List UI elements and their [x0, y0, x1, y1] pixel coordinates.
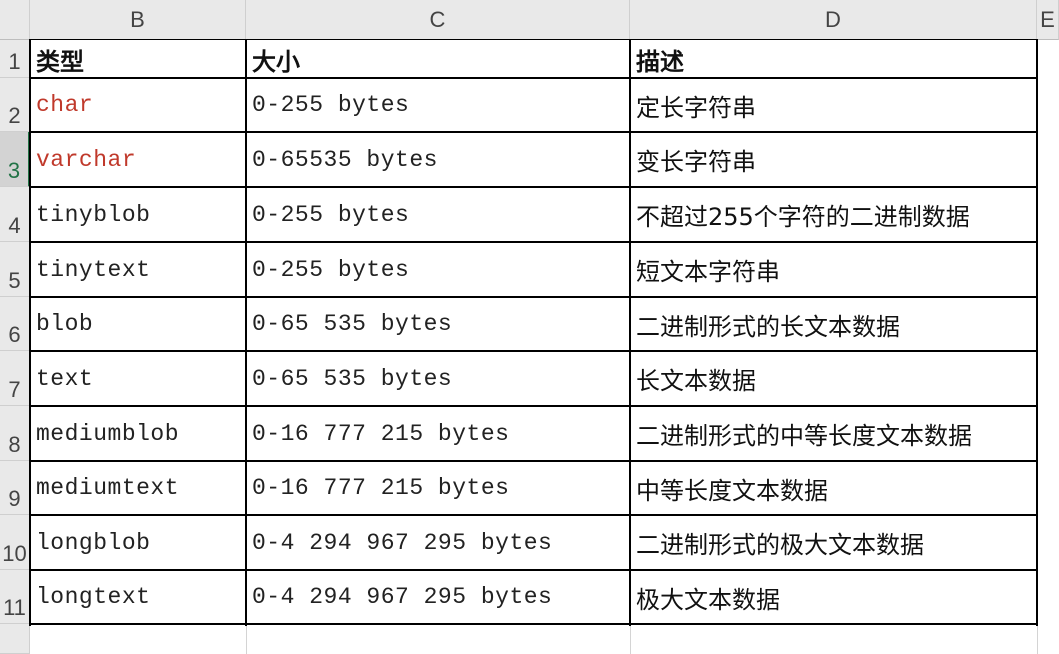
- gridline-below-0: [246, 624, 247, 654]
- row-header-11[interactable]: 11: [0, 570, 30, 624]
- table-border-h11: [29, 623, 1038, 625]
- select-all-corner[interactable]: [0, 0, 30, 40]
- row-header-1[interactable]: 1: [0, 40, 30, 78]
- row-header-10[interactable]: 10: [0, 515, 30, 570]
- row-header-9[interactable]: 9: [0, 461, 30, 515]
- table-border-h9: [29, 514, 1038, 516]
- table-cell-c8[interactable]: 0-16 777 215 bytes: [248, 406, 630, 461]
- table-cell-b3[interactable]: varchar: [32, 132, 246, 187]
- table-border-h4: [29, 241, 1038, 243]
- row-header-partial: [0, 624, 30, 654]
- table-cell-d3[interactable]: 变长字符串: [632, 132, 1037, 187]
- table-cell-d2[interactable]: 定长字符串: [632, 78, 1037, 132]
- table-border-h5: [29, 296, 1038, 298]
- table-cell-b9[interactable]: mediumtext: [32, 461, 246, 515]
- table-cell-d6[interactable]: 二进制形式的长文本数据: [632, 297, 1037, 351]
- row-header-2[interactable]: 2: [0, 78, 30, 132]
- gridline-below-1: [630, 624, 631, 654]
- column-header-d[interactable]: D: [630, 0, 1037, 40]
- table-border-h7: [29, 405, 1038, 407]
- table-cell-b8[interactable]: mediumblob: [32, 406, 246, 461]
- column-header-c[interactable]: C: [246, 0, 630, 40]
- table-cell-b5[interactable]: tinytext: [32, 242, 246, 297]
- table-cell-c6[interactable]: 0-65 535 bytes: [248, 297, 630, 351]
- table-cell-c11[interactable]: 0-4 294 967 295 bytes: [248, 570, 630, 624]
- table-cell-b10[interactable]: longblob: [32, 515, 246, 570]
- table-cell-d9[interactable]: 中等长度文本数据: [632, 461, 1037, 515]
- table-cell-b7[interactable]: text: [32, 351, 246, 406]
- table-cell-d5[interactable]: 短文本字符串: [632, 242, 1037, 297]
- row-header-5[interactable]: 5: [0, 242, 30, 297]
- table-cell-d8[interactable]: 二进制形式的中等长度文本数据: [632, 406, 1037, 461]
- header-cell-d1[interactable]: 描述: [632, 40, 1037, 78]
- table-cell-c3[interactable]: 0-65535 bytes: [248, 132, 630, 187]
- header-cell-c1[interactable]: 大小: [248, 40, 630, 78]
- table-cell-b2[interactable]: char: [32, 78, 246, 132]
- table-cell-b6[interactable]: blob: [32, 297, 246, 351]
- table-cell-d4[interactable]: 不超过255个字符的二进制数据: [632, 187, 1037, 242]
- row-header-3[interactable]: 3: [0, 132, 30, 187]
- table-border-v0: [29, 40, 31, 626]
- table-cell-c9[interactable]: 0-16 777 215 bytes: [248, 461, 630, 515]
- table-cell-c7[interactable]: 0-65 535 bytes: [248, 351, 630, 406]
- table-cell-b11[interactable]: longtext: [32, 570, 246, 624]
- table-border-h2: [29, 131, 1038, 133]
- table-cell-d11[interactable]: 极大文本数据: [632, 570, 1037, 624]
- column-header-b[interactable]: B: [30, 0, 246, 40]
- table-cell-d7[interactable]: 长文本数据: [632, 351, 1037, 406]
- table-border-h10: [29, 569, 1038, 571]
- header-cell-b1[interactable]: 类型: [32, 40, 246, 78]
- table-cell-c4[interactable]: 0-255 bytes: [248, 187, 630, 242]
- table-cell-c2[interactable]: 0-255 bytes: [248, 78, 630, 132]
- table-border-h3: [29, 186, 1038, 188]
- table-border-v1: [245, 40, 247, 626]
- row-header-7[interactable]: 7: [0, 351, 30, 406]
- table-cell-b4[interactable]: tinyblob: [32, 187, 246, 242]
- row-header-6[interactable]: 6: [0, 297, 30, 351]
- table-cell-c10[interactable]: 0-4 294 967 295 bytes: [248, 515, 630, 570]
- table-cell-d10[interactable]: 二进制形式的极大文本数据: [632, 515, 1037, 570]
- column-header-e[interactable]: E: [1037, 0, 1059, 40]
- table-border-h6: [29, 350, 1038, 352]
- table-border-v2: [629, 40, 631, 626]
- row-header-4[interactable]: 4: [0, 187, 30, 242]
- table-border-h1: [29, 77, 1038, 79]
- row-header-8[interactable]: 8: [0, 406, 30, 461]
- table-border-v3: [1036, 40, 1038, 626]
- table-border-h0: [29, 39, 1038, 40]
- table-cell-c5[interactable]: 0-255 bytes: [248, 242, 630, 297]
- table-border-h8: [29, 460, 1038, 462]
